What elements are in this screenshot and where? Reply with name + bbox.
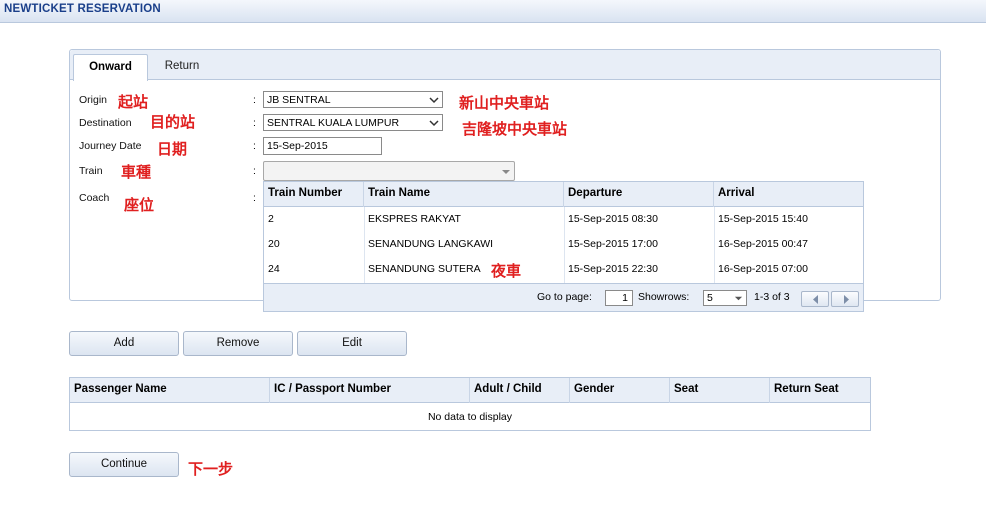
train-number-cell: 2	[268, 213, 274, 225]
title-bar: NEWTICKET RESERVATION	[0, 0, 986, 23]
column-train-number[interactable]: Train Number	[264, 182, 364, 207]
colon: :	[253, 117, 256, 129]
departure-cell: 15-Sep-2015 08:30	[568, 213, 658, 225]
window-title: NEWTICKET RESERVATION	[4, 3, 161, 15]
column-ic-passport[interactable]: IC / Passport Number	[270, 378, 470, 403]
train-name-cell: EKSPRES RAKYAT	[368, 213, 461, 225]
remove-button[interactable]: Remove	[183, 331, 293, 356]
destination-annotation: 目的站	[150, 113, 196, 131]
arrow-left-icon	[813, 295, 818, 304]
arrival-cell: 16-Sep-2015 00:47	[718, 238, 808, 250]
colon: :	[253, 94, 256, 106]
chevron-down-icon	[734, 296, 743, 301]
prev-page-button[interactable]	[801, 291, 829, 307]
chevron-down-icon	[502, 170, 510, 174]
next-page-button[interactable]	[831, 291, 859, 307]
train-number-cell: 20	[268, 238, 280, 250]
night-train-annotation: 夜車	[491, 262, 522, 280]
rows-per-page-value: 5	[707, 292, 713, 304]
colon: :	[253, 140, 256, 152]
arrival-cell: 16-Sep-2015 07:00	[718, 263, 808, 275]
grid-pager: Go to page: 1 Showrows: 5 1-3 of 3	[264, 283, 863, 311]
column-divider	[714, 207, 715, 283]
train-select[interactable]	[263, 161, 515, 181]
chevron-down-icon	[429, 97, 439, 104]
destination-value: SENTRAL KUALA LUMPUR	[267, 117, 400, 129]
passenger-table-header: Passenger Name IC / Passport Number Adul…	[70, 378, 870, 403]
tab-strip: Onward Return	[70, 50, 940, 81]
column-adult-child[interactable]: Adult / Child	[470, 378, 570, 403]
grid-header: Train Number Train Name Departure Arriva…	[264, 182, 863, 207]
origin-label: Origin	[79, 94, 108, 106]
tab-onward[interactable]: Onward	[73, 54, 148, 81]
origin-value-annotation: 新山中央車站	[459, 94, 550, 112]
train-name-cell: SENANDUNG SUTERA	[368, 263, 481, 275]
destination-label: Destination	[79, 117, 132, 129]
column-divider	[364, 207, 365, 283]
column-departure[interactable]: Departure	[564, 182, 714, 207]
arrow-right-icon	[844, 295, 849, 304]
chevron-down-icon	[429, 120, 439, 127]
train-number-cell: 24	[268, 263, 280, 275]
goto-page-label: Go to page:	[537, 291, 592, 303]
colon: :	[253, 165, 256, 177]
edit-button[interactable]: Edit	[297, 331, 407, 356]
coach-annotation: 座位	[124, 196, 155, 214]
colon: :	[253, 192, 256, 204]
destination-select[interactable]: SENTRAL KUALA LUMPUR	[263, 114, 443, 131]
rows-per-page-select[interactable]: 5	[703, 290, 747, 306]
column-passenger-name[interactable]: Passenger Name	[70, 378, 270, 403]
column-arrival[interactable]: Arrival	[714, 182, 863, 207]
passenger-table: Passenger Name IC / Passport Number Adul…	[69, 377, 871, 431]
showrows-label: Showrows:	[638, 291, 690, 303]
origin-annotation: 起站	[118, 93, 149, 111]
train-dropdown-grid: Train Number Train Name Departure Arriva…	[263, 181, 864, 312]
origin-select[interactable]: JB SENTRAL	[263, 91, 443, 108]
departure-cell: 15-Sep-2015 22:30	[568, 263, 658, 275]
page-range-text: 1-3 of 3	[754, 291, 790, 303]
journey-date-annotation: 日期	[157, 140, 188, 158]
destination-value-annotation: 吉隆坡中央車站	[462, 120, 568, 138]
train-name-cell: SENANDUNG LANGKAWI	[368, 238, 494, 250]
column-divider	[564, 207, 565, 283]
journey-date-label: Journey Date	[79, 140, 142, 152]
column-seat[interactable]: Seat	[670, 378, 770, 403]
departure-cell: 15-Sep-2015 17:00	[568, 238, 658, 250]
column-gender[interactable]: Gender	[570, 378, 670, 403]
empty-table-message: No data to display	[427, 411, 513, 423]
column-train-name[interactable]: Train Name	[364, 182, 564, 207]
coach-label: Coach	[79, 192, 110, 204]
page-number-input[interactable]: 1	[605, 290, 633, 306]
train-annotation: 車種	[121, 163, 152, 181]
column-return-seat[interactable]: Return Seat	[770, 378, 870, 403]
journey-date-input[interactable]: 15-Sep-2015	[263, 137, 382, 155]
continue-button[interactable]: Continue	[69, 452, 179, 477]
continue-annotation: 下一步	[188, 460, 234, 478]
journey-date-value: 15-Sep-2015	[267, 140, 328, 152]
arrival-cell: 15-Sep-2015 15:40	[718, 213, 808, 225]
tab-return[interactable]: Return	[152, 54, 212, 81]
train-label: Train	[79, 165, 103, 177]
add-button[interactable]: Add	[69, 331, 179, 356]
origin-value: JB SENTRAL	[267, 94, 331, 106]
